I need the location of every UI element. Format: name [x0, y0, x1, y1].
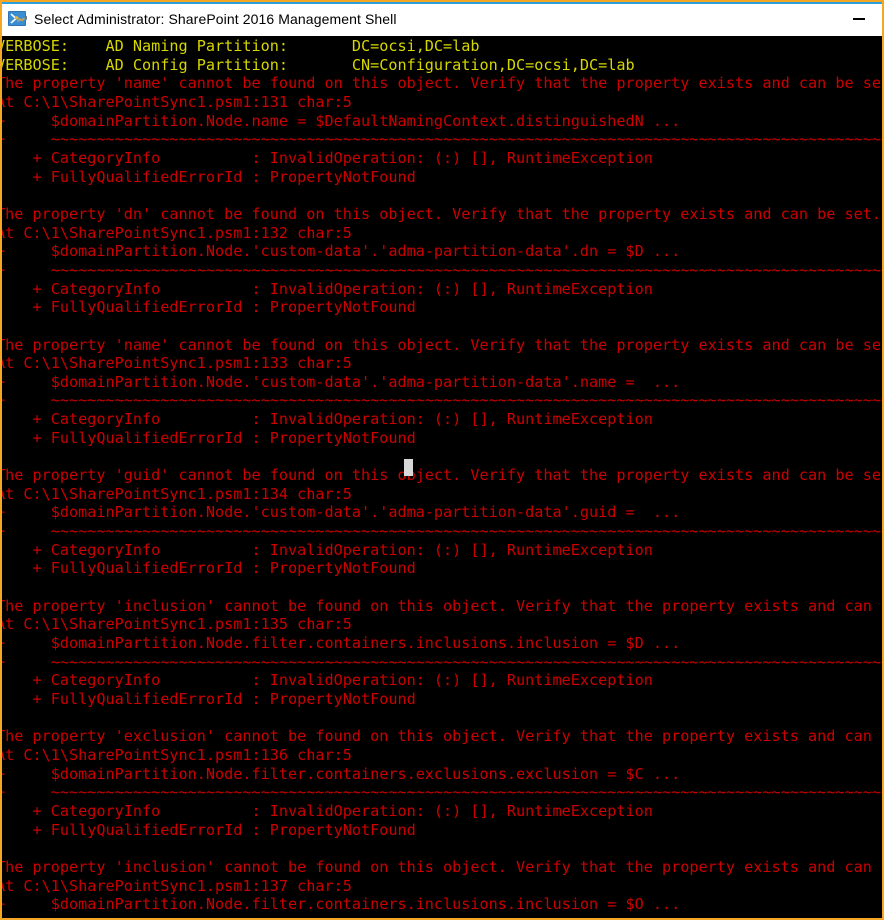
window-title: Select Administrator: SharePoint 2016 Ma…	[34, 10, 397, 27]
console-line: + $domainPartition.Node.'custom-data'.'a…	[2, 503, 681, 522]
console-line: + CategoryInfo : InvalidOperation: (:) […	[2, 148, 653, 167]
console-line: At C:\1\SharePointSync1.psm1:136 char:5	[2, 745, 352, 764]
console-line: The property 'inclusion' cannot be found…	[2, 857, 882, 876]
console-line: + FullyQualifiedErrorId : PropertyNotFou…	[2, 559, 416, 578]
console-line: + FullyQualifiedErrorId : PropertyNotFou…	[2, 820, 416, 839]
console-line: + CategoryInfo : InvalidOperation: (:) […	[2, 801, 653, 820]
console-line: At C:\1\SharePointSync1.psm1:132 char:5	[2, 223, 352, 242]
console-line: The property 'guid' cannot be found on t…	[2, 466, 882, 485]
console-output-area[interactable]: VERBOSE: AD Naming Partition: DC=ocsi,DC…	[2, 36, 882, 918]
console-line: + ~~~~~~~~~~~~~~~~~~~~~~~~~~~~~~~~~~~~~~…	[2, 130, 882, 149]
powershell-shell-icon	[7, 9, 29, 29]
console-line: + $domainPartition.Node.'custom-data'.'a…	[2, 242, 681, 261]
console-line: The property 'exclusion' cannot be found…	[2, 727, 882, 746]
console-line: + ~~~~~~~~~~~~~~~~~~~~~~~~~~~~~~~~~~~~~~…	[2, 914, 882, 918]
minimize-icon	[853, 17, 865, 20]
console-line: At C:\1\SharePointSync1.psm1:135 char:5	[2, 615, 352, 634]
console-line: At C:\1\SharePointSync1.psm1:131 char:5	[2, 92, 352, 111]
console-line: The property 'inclusion' cannot be found…	[2, 596, 882, 615]
console-line: + $domainPartition.Node.'custom-data'.'a…	[2, 372, 681, 391]
title-bar-accent-line	[2, 2, 882, 4]
console-line: + CategoryInfo : InvalidOperation: (:) […	[2, 540, 653, 559]
window-title-bar[interactable]: Select Administrator: SharePoint 2016 Ma…	[2, 2, 882, 36]
console-line: + $domainPartition.Node.name = $DefaultN…	[2, 111, 681, 130]
console-line: + FullyQualifiedErrorId : PropertyNotFou…	[2, 167, 416, 186]
text-cursor	[404, 459, 413, 476]
console-line: + FullyQualifiedErrorId : PropertyNotFou…	[2, 428, 416, 447]
console-line: The property 'dn' cannot be found on thi…	[2, 204, 881, 223]
console-line: + $domainPartition.Node.filter.container…	[2, 895, 681, 914]
console-line: At C:\1\SharePointSync1.psm1:133 char:5	[2, 354, 352, 373]
minimize-button[interactable]	[836, 2, 882, 35]
console-line: + ~~~~~~~~~~~~~~~~~~~~~~~~~~~~~~~~~~~~~~…	[2, 391, 882, 410]
console-line: + FullyQualifiedErrorId : PropertyNotFou…	[2, 689, 416, 708]
console-line: + $domainPartition.Node.filter.container…	[2, 764, 681, 783]
console-line: At C:\1\SharePointSync1.psm1:134 char:5	[2, 484, 352, 503]
console-line: + $domainPartition.Node.filter.container…	[2, 634, 681, 652]
console-line: + FullyQualifiedErrorId : PropertyNotFou…	[2, 298, 416, 317]
console-line: + ~~~~~~~~~~~~~~~~~~~~~~~~~~~~~~~~~~~~~~…	[2, 260, 882, 279]
console-line: + ~~~~~~~~~~~~~~~~~~~~~~~~~~~~~~~~~~~~~~…	[2, 652, 882, 671]
console-line: At C:\1\SharePointSync1.psm1:137 char:5	[2, 876, 352, 895]
window-controls	[836, 2, 882, 35]
console-line: + CategoryInfo : InvalidOperation: (:) […	[2, 279, 653, 298]
console-line: VERBOSE: AD Config Partition: CN=Configu…	[2, 55, 635, 74]
console-line: VERBOSE: AD Naming Partition: DC=ocsi,DC…	[2, 37, 480, 55]
console-line: + CategoryInfo : InvalidOperation: (:) […	[2, 671, 653, 690]
console-line: The property 'name' cannot be found on t…	[2, 335, 882, 354]
console-line: + ~~~~~~~~~~~~~~~~~~~~~~~~~~~~~~~~~~~~~~…	[2, 522, 882, 541]
console-line: + ~~~~~~~~~~~~~~~~~~~~~~~~~~~~~~~~~~~~~~…	[2, 783, 882, 802]
console-line-list: VERBOSE: AD Naming Partition: DC=ocsi,DC…	[2, 37, 882, 918]
console-window: Select Administrator: SharePoint 2016 Ma…	[0, 0, 884, 920]
console-line: The property 'name' cannot be found on t…	[2, 74, 882, 93]
console-line: + CategoryInfo : InvalidOperation: (:) […	[2, 410, 653, 429]
